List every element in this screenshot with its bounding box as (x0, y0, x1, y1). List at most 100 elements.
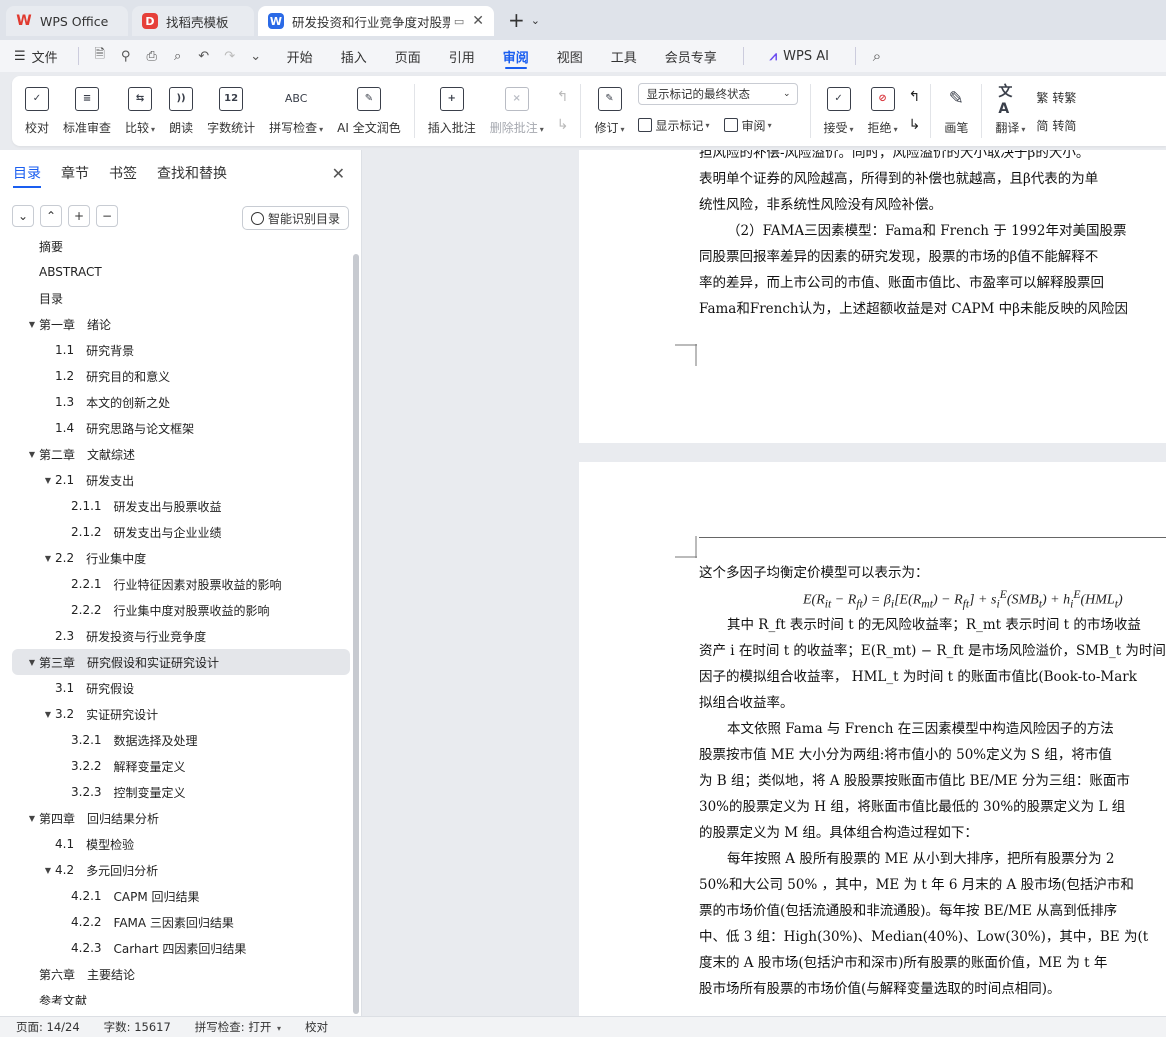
scrollbar-thumb[interactable] (353, 254, 359, 1014)
menu-tab-references[interactable]: 引用 (449, 40, 475, 72)
word-count-indicator[interactable]: 字数: 15617 (104, 1019, 171, 1035)
expand-arrow-icon[interactable]: ▼ (25, 450, 39, 459)
menu-tab-view[interactable]: 视图 (557, 40, 583, 72)
menu-tab-member[interactable]: 会员专享 (665, 40, 717, 72)
document-page[interactable]: 担风险的补偿-风险溢价。同时，风险溢价的大小取决于β的大小。 表明单个证券的风险越… (579, 150, 1166, 443)
close-tab-icon[interactable]: ✕ (472, 13, 484, 29)
proofread-button[interactable]: ✓ 校对 (18, 80, 56, 142)
monitor-icon[interactable]: ▭ (454, 15, 464, 28)
nav-tab-find-replace[interactable]: 查找和替换 (157, 150, 227, 196)
toc-item[interactable]: ▼ 4.2 多元回归分析 (12, 857, 350, 883)
menu-tab-home[interactable]: 开始 (287, 40, 313, 72)
toc-item[interactable]: 3.2.3 控制变量定义 (12, 779, 350, 805)
expand-arrow-icon[interactable]: ▼ (25, 658, 39, 667)
nav-tab-toc[interactable]: 目录 (13, 150, 41, 196)
read-aloud-button[interactable]: )) 朗读 (162, 80, 200, 142)
toc-item[interactable]: 1.3 本文的创新之处 (12, 389, 350, 415)
nav-tab-sections[interactable]: 章节 (61, 150, 89, 196)
chevron-down-icon[interactable]: ⌄ (247, 47, 265, 65)
translate-button[interactable]: 文A 翻译 ▾ (988, 80, 1032, 142)
toc-item[interactable]: 2.2.1 行业特征因素对股票收益的影响 (12, 571, 350, 597)
toc-item[interactable]: 2.1.2 研发支出与企业业绩 (12, 519, 350, 545)
next-change-icon[interactable]: ↳ (909, 111, 921, 139)
accept-button[interactable]: ✓ 接受 ▾ (817, 80, 861, 142)
search-icon[interactable]: ⌕ (868, 47, 886, 65)
link-icon[interactable]: ⚲ (117, 47, 135, 65)
toc-item[interactable]: ▼ 2.1 研发支出 (12, 467, 350, 493)
prev-comment-icon[interactable]: ↰ (557, 83, 569, 111)
expand-arrow-icon[interactable]: ▼ (41, 866, 55, 875)
toc-item[interactable]: ▼ 第二章 文献综述 (12, 441, 350, 467)
toc-item[interactable]: 2.1.1 研发支出与股票收益 (12, 493, 350, 519)
ai-polish-button[interactable]: ✎ AI 全文润色 (330, 80, 408, 142)
toc-item[interactable]: ▼ 第三章 研究假设和实证研究设计 (12, 649, 350, 675)
standard-review-button[interactable]: ≡ 标准审查 (56, 80, 118, 142)
expand-arrow-icon[interactable]: ▼ (41, 476, 55, 485)
redo-icon[interactable]: ↷ (221, 47, 239, 65)
pen-button[interactable]: ✎ 画笔 (937, 80, 975, 142)
menu-tab-tools[interactable]: 工具 (611, 40, 637, 72)
prev-change-icon[interactable]: ↰ (909, 83, 921, 111)
toc-item[interactable]: 2.2.2 行业集中度对股票收益的影响 (12, 597, 350, 623)
to-simplified-button[interactable]: 简转简 (1036, 111, 1076, 139)
toc-item[interactable]: 1.4 研究思路与论文框架 (12, 415, 350, 441)
insert-comment-button[interactable]: + 插入批注 (421, 80, 483, 142)
wps-ai-button[interactable]: ⩘ WPS AI (770, 40, 829, 72)
document-page[interactable]: 这个多因子均衡定价模型可以表示为： E(Rit − Rft) = βi[E(Rm… (579, 462, 1166, 1016)
tab-docer-templates[interactable]: D 找稻壳模板 (132, 6, 254, 36)
expand-arrow-icon[interactable]: ▼ (41, 710, 55, 719)
menu-tab-insert[interactable]: 插入 (341, 40, 367, 72)
toc-item[interactable]: 摘要 (12, 233, 350, 259)
proof-indicator[interactable]: 校对 (305, 1019, 328, 1035)
page-indicator[interactable]: 页面: 14/24 (16, 1019, 80, 1035)
nav-tab-bookmarks[interactable]: 书签 (109, 150, 137, 196)
toc-item[interactable]: 目录 (12, 285, 350, 311)
toc-item[interactable]: 4.1 模型检验 (12, 831, 350, 857)
menu-tab-review[interactable]: 审阅 (503, 40, 529, 72)
expand-arrow-icon[interactable]: ▼ (25, 320, 39, 329)
smart-toc-button[interactable]: 智能识别目录 (241, 206, 349, 230)
undo-icon[interactable]: ↶ (195, 47, 213, 65)
to-traditional-button[interactable]: 繁转繁 (1036, 83, 1076, 111)
toc-item[interactable]: ▼ 2.2 行业集中度 (12, 545, 350, 571)
close-pane-icon[interactable]: ✕ (332, 164, 345, 183)
reject-button[interactable]: ⊘ 拒绝 ▾ (861, 80, 905, 142)
toc-item[interactable]: 3.2.1 数据选择及处理 (12, 727, 350, 753)
toc-item[interactable]: 4.2.1 CAPM 回归结果 (12, 883, 350, 909)
toc-item[interactable]: 3.2.2 解释变量定义 (12, 753, 350, 779)
next-comment-icon[interactable]: ↳ (557, 111, 569, 139)
new-tab-icon[interactable]: + (508, 8, 525, 32)
toc-scrollbar[interactable] (353, 254, 359, 1014)
toc-item[interactable]: 4.2.2 FAMA 三因素回归结果 (12, 909, 350, 935)
word-count-button[interactable]: 12 字数统计 (200, 80, 262, 142)
markup-state-select[interactable]: 显示标记的最终状态 ⌄ (637, 83, 798, 105)
expand-arrow-icon[interactable]: ▼ (41, 554, 55, 563)
remove-heading-icon[interactable]: − (96, 205, 118, 227)
toc-item[interactable]: ABSTRACT (12, 259, 350, 285)
spell-check-button[interactable]: ABC 拼写检查 ▾ (262, 80, 330, 142)
toc-item[interactable]: 3.1 研究假设 (12, 675, 350, 701)
toc-item[interactable]: 1.1 研究背景 (12, 337, 350, 363)
menu-tab-page[interactable]: 页面 (395, 40, 421, 72)
add-heading-icon[interactable]: + (68, 205, 90, 227)
expand-arrow-icon[interactable]: ▼ (25, 814, 39, 823)
delete-comment-button[interactable]: × 删除批注 ▾ (483, 80, 551, 142)
show-markup-button[interactable]: 显示标记 ▾ (637, 117, 710, 134)
toc-item[interactable]: 1.2 研究目的和意义 (12, 363, 350, 389)
tab-document[interactable]: W 研发投资和行业竞争度对股票收益的影响 ▭ ✕ (258, 6, 494, 36)
collapse-up-icon[interactable]: ⌃ (40, 205, 62, 227)
compare-button[interactable]: ⇆ 比较 ▾ (118, 80, 162, 142)
toc-item[interactable]: ▼ 第四章 回归结果分析 (12, 805, 350, 831)
spell-check-indicator[interactable]: 拼写检查: 打开 ▾ (195, 1019, 281, 1035)
review-pane-button[interactable]: 审阅 ▾ (723, 117, 772, 134)
toc-item[interactable]: 2.3 研发投资与行业竞争度 (12, 623, 350, 649)
toc-item[interactable]: 第六章 主要结论 (12, 961, 350, 987)
toc-item[interactable]: 4.2.3 Carhart 四因素回归结果 (12, 935, 350, 961)
print-icon[interactable]: ⎙ (143, 47, 161, 65)
toc-item[interactable]: ▼ 第一章 绪论 (12, 311, 350, 337)
print-preview-icon[interactable]: ⌕ (169, 47, 187, 65)
tab-wps-office[interactable]: W WPS Office (6, 6, 128, 36)
expand-down-icon[interactable]: ⌄ (12, 205, 34, 227)
chevron-down-icon[interactable]: ⌄ (531, 14, 540, 27)
save-icon[interactable]: 🗎 (91, 47, 109, 65)
